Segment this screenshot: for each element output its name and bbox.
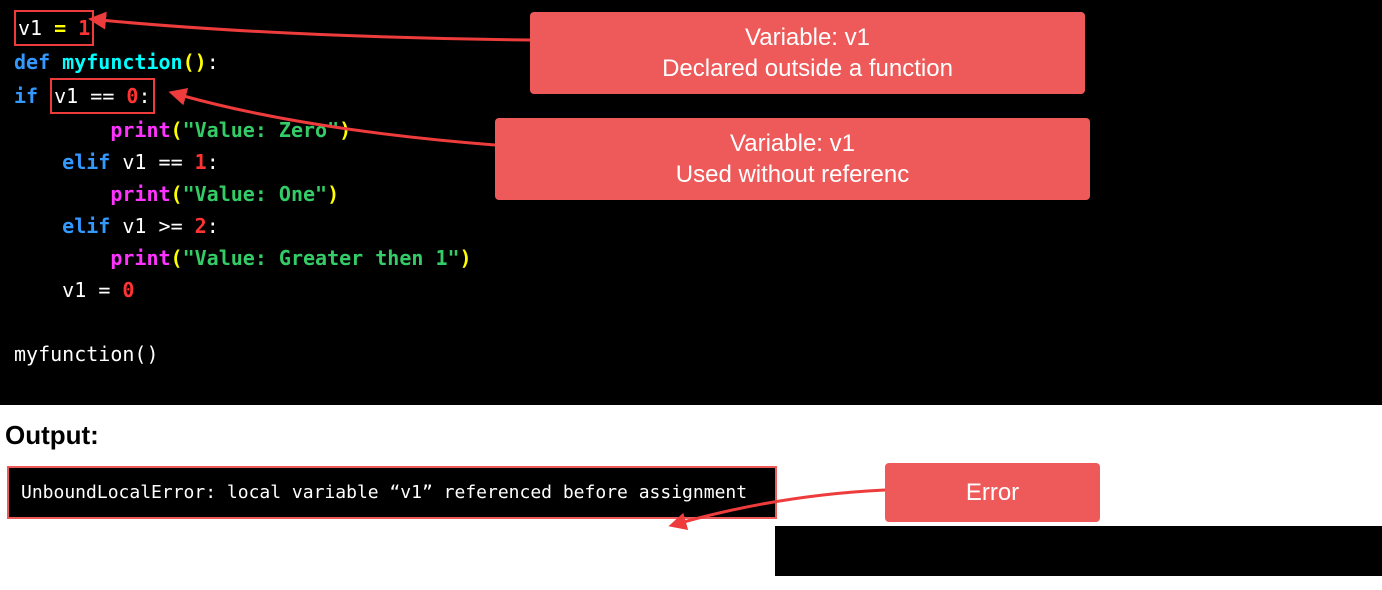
callout-text: Declared outside a function (550, 53, 1065, 84)
code-paren: ( (171, 182, 183, 206)
code-paren: () (183, 50, 207, 74)
code-num: 2 (195, 214, 207, 238)
code-keyword-elif: elif (62, 150, 110, 174)
code-paren: ( (171, 118, 183, 142)
output-section: Output: UnboundLocalError: local variabl… (0, 405, 1382, 534)
code-keyword-if: if (14, 84, 38, 108)
code-print: print (110, 246, 170, 270)
code-var: v1 (18, 16, 42, 40)
code-eq: = (98, 278, 110, 302)
code-colon: : (207, 50, 219, 74)
callout-text: Variable: v1 (550, 22, 1065, 53)
code-op: >= (159, 214, 183, 238)
code-call: myfunction() (14, 342, 159, 366)
code-colon: : (207, 214, 219, 238)
code-string: "Value: Zero" (183, 118, 340, 142)
code-colon: : (207, 150, 219, 174)
code-keyword-elif: elif (62, 214, 110, 238)
code-num: 0 (122, 278, 134, 302)
code-function-name: myfunction (62, 50, 182, 74)
callout-variable-declared: Variable: v1 Declared outside a function (530, 12, 1085, 94)
callout-text: Used without referenc (515, 159, 1070, 190)
highlight-box-1: v1 = 1 (14, 10, 94, 46)
code-keyword-def: def (14, 50, 50, 74)
code-colon: : (138, 84, 150, 108)
callout-variable-used: Variable: v1 Used without referenc (495, 118, 1090, 200)
code-num: 1 (195, 150, 207, 174)
output-stripe (775, 526, 1382, 576)
callout-text: Variable: v1 (515, 128, 1070, 159)
code-num: 1 (78, 16, 90, 40)
code-paren: ) (327, 182, 339, 206)
code-op: == (90, 84, 114, 108)
code-var: v1 (122, 214, 146, 238)
code-var: v1 (54, 84, 78, 108)
code-paren: ( (171, 246, 183, 270)
code-var: v1 (122, 150, 146, 174)
code-op: == (159, 150, 183, 174)
code-var: v1 (62, 278, 86, 302)
code-string: "Value: Greater then 1" (183, 246, 460, 270)
code-paren: ) (339, 118, 351, 142)
code-paren: ) (460, 246, 472, 270)
callout-text: Error (905, 477, 1080, 508)
code-print: print (110, 118, 170, 142)
callout-error: Error (885, 463, 1100, 522)
code-string: "Value: One" (183, 182, 328, 206)
highlight-box-2: v1 == 0: (50, 78, 154, 114)
code-num: 0 (126, 84, 138, 108)
code-print: print (110, 182, 170, 206)
code-eq: = (54, 16, 66, 40)
output-label: Output: (5, 420, 1377, 451)
output-block: UnboundLocalError: local variable “v1” r… (7, 466, 777, 519)
